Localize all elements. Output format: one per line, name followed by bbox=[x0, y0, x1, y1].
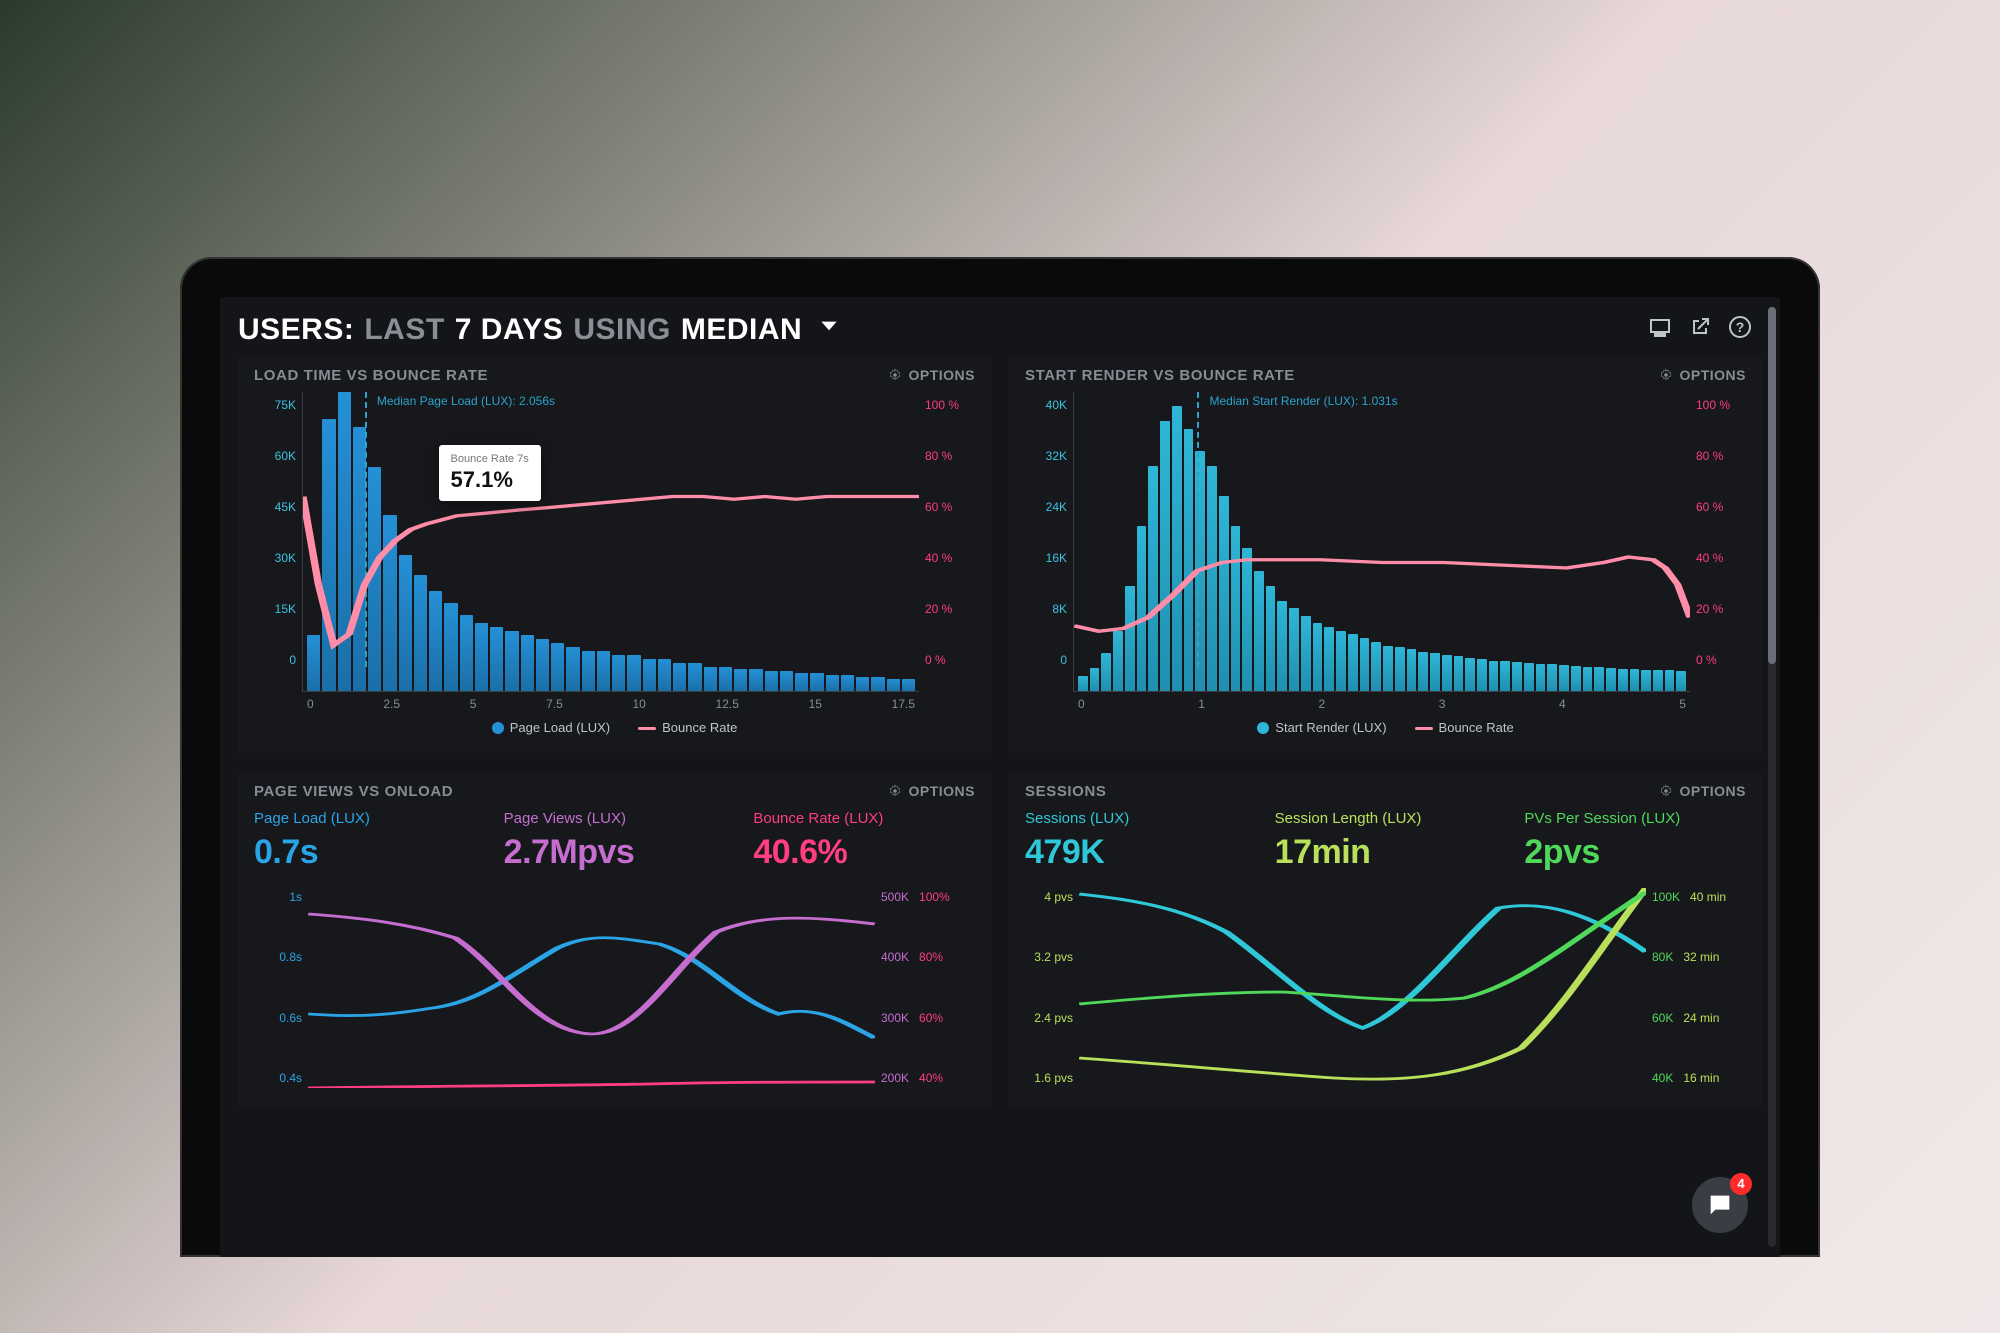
scrollbar[interactable] bbox=[1768, 307, 1776, 1247]
plot-area[interactable] bbox=[308, 888, 875, 1088]
chart-pageviews[interactable]: 1s0.8s0.6s0.4s 500K100% 400K80% 300K60% bbox=[254, 888, 975, 1088]
chat-icon bbox=[1706, 1191, 1734, 1219]
panel-loadtime-bounce: LOAD TIME VS BOUNCE RATE OPTIONS 75K60K4… bbox=[238, 355, 991, 753]
options-button[interactable]: OPTIONS bbox=[888, 367, 975, 383]
panel-title: LOAD TIME VS BOUNCE RATE bbox=[254, 367, 488, 384]
chart-loadtime[interactable]: 75K60K45K30K15K0 Median Page Load (LUX):… bbox=[254, 392, 975, 692]
legend-bar[interactable]: Start Render (LUX) bbox=[1257, 720, 1386, 735]
chart-startrender[interactable]: 40K32K24K16K8K0 Median Start Render (LUX… bbox=[1025, 392, 1746, 692]
panel-title: PAGE VIEWS VS ONLOAD bbox=[254, 783, 453, 800]
metrics-row: Sessions (LUX) 479K Session Length (LUX)… bbox=[1025, 810, 1746, 872]
x-axis: 012345 bbox=[1074, 697, 1690, 711]
metric-sessions[interactable]: Sessions (LUX) 479K bbox=[1025, 810, 1247, 872]
y-axis-right: 100K40 min 80K32 min 60K24 min 40K16 min bbox=[1646, 888, 1746, 1088]
plot-area[interactable] bbox=[1079, 888, 1646, 1088]
legend: Start Render (LUX) Bounce Rate bbox=[1025, 720, 1746, 735]
fullscreen-icon[interactable] bbox=[1648, 315, 1672, 344]
header: USERS: LAST 7 DAYS USING MEDIAN ? bbox=[220, 297, 1780, 355]
metric-session-length[interactable]: Session Length (LUX) 17min bbox=[1275, 810, 1497, 872]
tooltip-value: 57.1% bbox=[451, 467, 529, 493]
plot-area[interactable]: Median Page Load (LUX): 2.056s Bounce Ra… bbox=[302, 392, 919, 692]
tooltip-label: Bounce Rate 7s bbox=[451, 453, 529, 465]
chat-count-badge: 4 bbox=[1730, 1173, 1752, 1195]
panel-startrender-bounce: START RENDER VS BOUNCE RATE OPTIONS 40K3… bbox=[1009, 355, 1762, 753]
metric-page-load[interactable]: Page Load (LUX) 0.7s bbox=[254, 810, 476, 872]
legend-bar[interactable]: Page Load (LUX) bbox=[492, 720, 610, 735]
metric-page-views[interactable]: Page Views (LUX) 2.7Mpvs bbox=[504, 810, 726, 872]
metrics-row: Page Load (LUX) 0.7s Page Views (LUX) 2.… bbox=[254, 810, 975, 872]
y-axis-right: 100 %80 %60 %40 %20 %0 % bbox=[919, 392, 975, 692]
plot-area[interactable]: Median Start Render (LUX): 1.031s 012345 bbox=[1073, 392, 1690, 692]
gear-icon bbox=[1659, 368, 1673, 382]
options-button[interactable]: OPTIONS bbox=[888, 783, 975, 799]
help-icon[interactable]: ? bbox=[1728, 315, 1752, 344]
laptop-bezel: USERS: LAST 7 DAYS USING MEDIAN ? LOAD T… bbox=[180, 257, 1820, 1257]
y-axis-left: 1s0.8s0.6s0.4s bbox=[254, 888, 308, 1088]
bounce-line bbox=[1074, 392, 1690, 667]
share-icon[interactable] bbox=[1688, 315, 1712, 344]
options-button[interactable]: OPTIONS bbox=[1659, 783, 1746, 799]
gear-icon bbox=[1659, 784, 1673, 798]
x-axis: 02.557.51012.51517.5 bbox=[303, 697, 919, 711]
y-axis-left: 40K32K24K16K8K0 bbox=[1025, 392, 1073, 692]
legend-line[interactable]: Bounce Rate bbox=[638, 720, 737, 735]
chat-button[interactable]: 4 bbox=[1692, 1177, 1748, 1233]
bounce-line bbox=[303, 392, 919, 667]
svg-text:?: ? bbox=[1736, 319, 1745, 335]
title-word-using: USING bbox=[573, 313, 671, 347]
y-axis-left: 75K60K45K30K15K0 bbox=[254, 392, 302, 692]
metric-pvs-per-session[interactable]: PVs Per Session (LUX) 2pvs bbox=[1524, 810, 1746, 872]
title-word-7days: 7 DAYS bbox=[455, 313, 564, 347]
legend: Page Load (LUX) Bounce Rate bbox=[254, 720, 975, 735]
scrollbar-thumb[interactable] bbox=[1768, 307, 1776, 664]
title-word-median: MEDIAN bbox=[681, 313, 802, 347]
options-button[interactable]: OPTIONS bbox=[1659, 367, 1746, 383]
tooltip: Bounce Rate 7s 57.1% bbox=[439, 445, 541, 501]
title-word-last: LAST bbox=[364, 313, 444, 347]
header-icons: ? bbox=[1648, 315, 1752, 344]
title-prefix: USERS: bbox=[238, 313, 354, 347]
panel-title: START RENDER VS BOUNCE RATE bbox=[1025, 367, 1295, 384]
y-axis-right: 100 %80 %60 %40 %20 %0 % bbox=[1690, 392, 1746, 692]
dashboard-screen: USERS: LAST 7 DAYS USING MEDIAN ? LOAD T… bbox=[220, 297, 1780, 1257]
gear-icon bbox=[888, 784, 902, 798]
gear-icon bbox=[888, 368, 902, 382]
chevron-down-icon[interactable] bbox=[816, 313, 842, 346]
metric-bounce-rate[interactable]: Bounce Rate (LUX) 40.6% bbox=[753, 810, 975, 872]
chart-sessions[interactable]: 4 pvs3.2 pvs2.4 pvs1.6 pvs 100K40 min 80… bbox=[1025, 888, 1746, 1088]
legend-line[interactable]: Bounce Rate bbox=[1415, 720, 1514, 735]
page-title[interactable]: USERS: LAST 7 DAYS USING MEDIAN bbox=[238, 313, 842, 347]
y-axis-right: 500K100% 400K80% 300K60% 200K40% bbox=[875, 888, 975, 1088]
y-axis-left: 4 pvs3.2 pvs2.4 pvs1.6 pvs bbox=[1025, 888, 1079, 1088]
panel-pageviews-onload: PAGE VIEWS VS ONLOAD OPTIONS Page Load (… bbox=[238, 771, 991, 1106]
panel-title: SESSIONS bbox=[1025, 783, 1107, 800]
panel-sessions: SESSIONS OPTIONS Sessions (LUX) 479K Ses… bbox=[1009, 771, 1762, 1106]
